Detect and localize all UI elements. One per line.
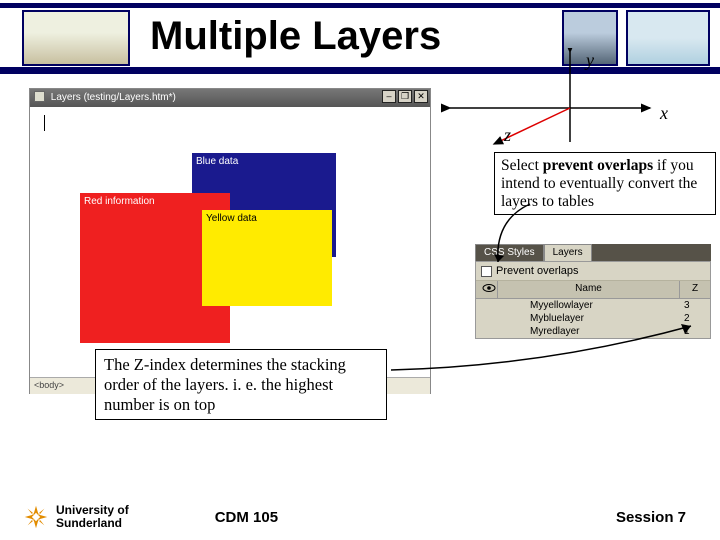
minimize-button[interactable]: – <box>382 90 396 103</box>
axes-diagram <box>440 48 690 148</box>
header-photo-left <box>22 10 130 66</box>
uni-line2: Sunderland <box>56 517 129 530</box>
axis-label-y: y <box>586 50 594 71</box>
editor-canvas[interactable]: Blue data Red information Yellow data <box>30 107 430 377</box>
decor-bar-top <box>0 3 720 8</box>
callout-arrow-2 <box>385 318 705 378</box>
window-buttons: – ❐ ✕ <box>382 90 428 103</box>
callout-bold: prevent overlaps <box>543 157 653 174</box>
layer-z: 3 <box>680 300 710 311</box>
university-name: University of Sunderland <box>56 504 129 529</box>
callout-zindex: The Z-index determines the stacking orde… <box>95 349 387 420</box>
col-name[interactable]: Name <box>498 281 680 298</box>
document-icon <box>34 91 45 102</box>
col-z[interactable]: Z <box>680 281 710 298</box>
university-logo <box>22 503 50 531</box>
window-title: Layers (testing/Layers.htm*) <box>51 92 176 103</box>
panel-header: Name Z <box>476 281 710 299</box>
text-cursor <box>44 115 45 131</box>
page-title: Multiple Layers <box>150 14 441 59</box>
list-item[interactable]: Myyellowlayer3 <box>476 299 710 312</box>
eye-icon <box>482 283 496 293</box>
axis-label-z: z <box>504 125 511 146</box>
layer-name: Myyellowlayer <box>498 300 680 311</box>
col-visibility <box>476 281 498 298</box>
window-titlebar[interactable]: Layers (testing/Layers.htm*) – ❐ ✕ <box>30 89 430 107</box>
course-code: CDM 105 <box>215 509 278 526</box>
restore-button[interactable]: ❐ <box>398 90 412 103</box>
callout-arrow-1 <box>480 200 540 270</box>
session-number: Session 7 <box>616 509 686 526</box>
slide-footer: University of Sunderland CDM 105 Session… <box>0 494 720 540</box>
axis-label-x: x <box>660 103 668 124</box>
tab-layers[interactable]: Layers <box>544 244 592 261</box>
layer-yellow[interactable]: Yellow data <box>202 210 332 306</box>
callout-text: Select <box>501 157 543 174</box>
close-button[interactable]: ✕ <box>414 90 428 103</box>
